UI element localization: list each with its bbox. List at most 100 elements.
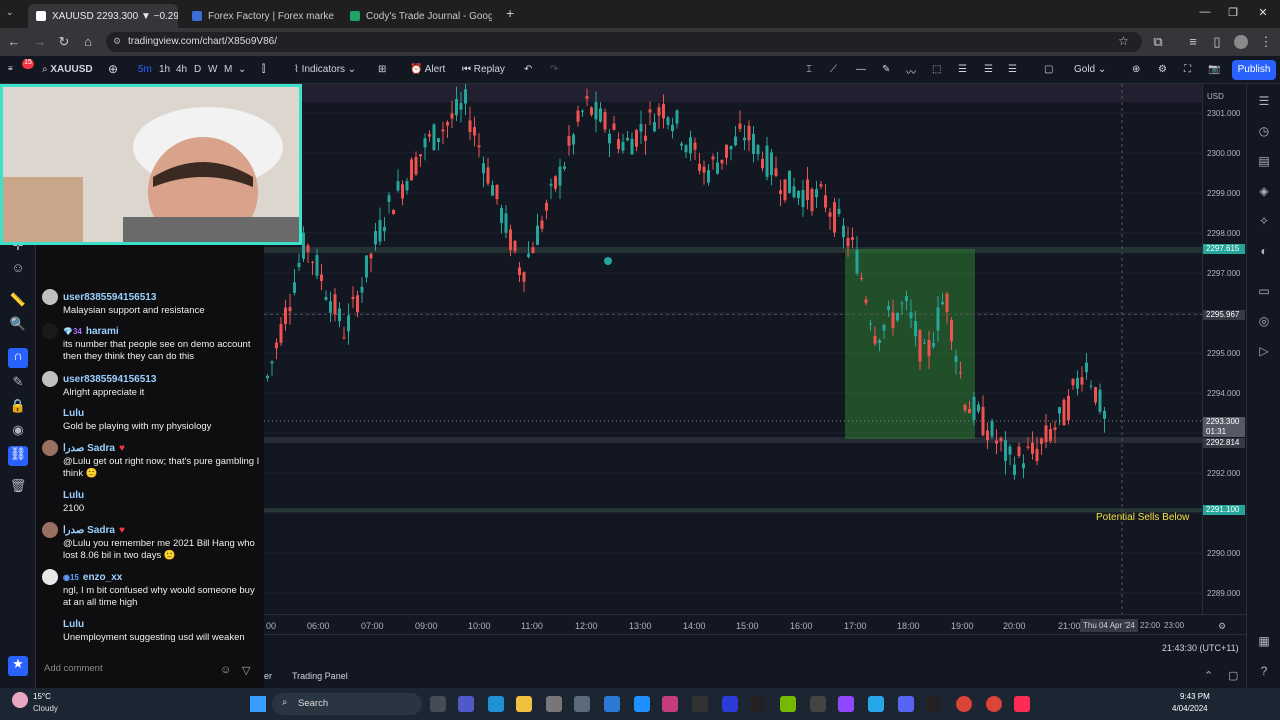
color-picker[interactable]: Gold ⌄ — [1074, 64, 1106, 75]
interval-1h[interactable]: 1h — [159, 64, 170, 75]
url-field[interactable]: ⚙ tradingview.com/chart/X85o9V86/ ☆ — [106, 32, 1142, 52]
layouts-icon[interactable]: ⊞ — [378, 64, 386, 75]
interval-5m[interactable]: 5m — [138, 64, 152, 75]
taskview-icon[interactable] — [430, 696, 446, 712]
layers-icon[interactable]: ◈ — [1256, 184, 1272, 200]
path-icon[interactable]: 〰 — [906, 64, 916, 79]
tab-search-icon[interactable]: ⌄ — [6, 7, 14, 18]
media-icon[interactable]: ≡ — [1185, 34, 1201, 49]
browser-tab-tradingview[interactable]: XAUUSD 2293.300 ▼ −0.29% G — [28, 4, 178, 28]
weather-icon[interactable] — [12, 692, 28, 708]
link-icon[interactable]: ⛓ — [8, 446, 28, 466]
nvidia-icon[interactable] — [780, 696, 796, 712]
pattern-icon[interactable]: ☰ — [1008, 64, 1017, 75]
teams-icon[interactable] — [458, 696, 474, 712]
indicators-button[interactable]: ⌇ Indicators ⌄ — [294, 64, 356, 75]
chat-username[interactable]: صدرا Sadra — [63, 443, 115, 454]
drawing-crosshair-icon[interactable]: ⌶ — [806, 64, 812, 75]
channel-icon[interactable]: ☰ — [984, 64, 993, 75]
candle-style-icon[interactable]: ⫿ — [262, 64, 265, 75]
zoom-icon[interactable]: ⊕ — [1132, 64, 1140, 75]
site-info-icon[interactable]: ⚙ — [113, 36, 121, 47]
emoji-tool-icon[interactable]: ☺ — [8, 260, 28, 280]
obs-icon[interactable] — [810, 696, 826, 712]
color-swatch-icon[interactable]: ▢ — [1044, 64, 1053, 75]
ideas-icon[interactable]: ✧ — [1256, 214, 1272, 230]
undo-icon[interactable]: ↶ — [524, 64, 532, 75]
minimize-icon[interactable]: — — [1190, 6, 1220, 18]
browser-tab-journal[interactable]: Cody's Trade Journal - Google — [342, 4, 492, 28]
time-axis-settings-icon[interactable]: ⚙ — [1218, 621, 1226, 632]
trash-icon[interactable]: 🗑 — [8, 478, 28, 498]
compare-symbol-icon[interactable]: ⊕ — [108, 62, 118, 76]
symbol-search[interactable]: ⌕ XAUUSD — [42, 64, 93, 75]
lock-icon[interactable]: 🔒 — [8, 398, 28, 418]
brush-icon[interactable]: ✎ — [882, 64, 890, 75]
collapse-up-icon[interactable]: ⌃ — [1204, 669, 1213, 682]
tiktok-icon[interactable] — [1014, 696, 1030, 712]
news-icon[interactable]: ▤ — [1256, 154, 1272, 170]
maximize-panel-icon[interactable]: ▢ — [1228, 669, 1238, 682]
time-axis[interactable]: 00 06:00 07:00 09:00 10:00 11:00 12:00 1… — [264, 614, 1246, 634]
price-chart[interactable]: Potential Sells Below — [264, 84, 1202, 614]
chat-username[interactable]: harami — [86, 326, 119, 337]
chat-username[interactable]: enzo_xx — [83, 572, 122, 583]
settings-app-icon[interactable] — [546, 696, 562, 712]
interval-4h[interactable]: 4h — [176, 64, 187, 75]
windows-start-icon[interactable] — [250, 696, 266, 712]
fullscreen-icon[interactable]: ⛶ — [1184, 64, 1191, 75]
eye-icon[interactable]: ◉ — [8, 422, 28, 442]
sidepanel-icon[interactable]: ▯ — [1209, 34, 1225, 50]
reload-icon[interactable]: ↻ — [56, 34, 72, 50]
camera-icon[interactable]: 📷 — [1208, 64, 1220, 75]
emoji-icon[interactable]: ☺ — [220, 664, 231, 676]
chrome-profile-icon[interactable] — [986, 696, 1002, 712]
discord-icon[interactable] — [898, 696, 914, 712]
tradingview-app-icon[interactable] — [926, 696, 942, 712]
close-window-icon[interactable]: ✕ — [1248, 6, 1278, 19]
price-axis[interactable]: USD 2301.000 2300.000 2299.000 2298.000 … — [1202, 84, 1246, 614]
profile-avatar[interactable] — [1234, 35, 1248, 49]
bottom-tab-partial[interactable]: er — [264, 671, 272, 681]
l-app-icon[interactable] — [722, 696, 738, 712]
chat-username[interactable]: user8385594156513 — [63, 374, 156, 385]
notion-icon[interactable] — [750, 696, 766, 712]
settings-icon[interactable]: ⚙ — [1158, 64, 1167, 75]
maximize-icon[interactable]: ❐ — [1218, 6, 1248, 19]
magnet-icon[interactable]: ∩ — [8, 348, 28, 368]
browser-tab-forexfactory[interactable]: Forex Factory | Forex markets f — [184, 4, 334, 28]
alert-button[interactable]: ⏰ Alert — [410, 64, 445, 75]
filter-icon[interactable]: ▽ — [242, 664, 250, 677]
taskbar-search[interactable]: ⌕ Search — [272, 693, 422, 715]
lock-drawing-icon[interactable]: ✎ — [8, 374, 28, 394]
zoom-in-icon[interactable]: 🔍 — [8, 316, 28, 336]
browser-menu-icon[interactable]: ⋮ — [1258, 34, 1274, 50]
calculator-icon[interactable] — [574, 696, 590, 712]
notepad-icon[interactable] — [634, 696, 650, 712]
redo-icon[interactable]: ↷ — [550, 64, 558, 75]
extensions-icon[interactable]: ⧉ — [1150, 34, 1166, 50]
chat-username[interactable]: Lulu — [63, 490, 84, 501]
chat-username[interactable]: Lulu — [63, 408, 84, 419]
publish-button[interactable]: Publish — [1232, 60, 1276, 80]
interval-dropdown-icon[interactable]: ⌄ — [238, 64, 246, 75]
chat-username[interactable]: Lulu — [63, 619, 84, 630]
chat-bubble-icon[interactable]: ▭ — [1256, 284, 1272, 300]
capcut-icon[interactable] — [692, 696, 708, 712]
forward-icon[interactable]: → — [32, 34, 48, 49]
back-icon[interactable]: ← — [6, 34, 22, 49]
home-icon[interactable]: ⌂ — [80, 34, 96, 49]
interval-w[interactable]: W — [208, 64, 217, 75]
calendar-icon[interactable]: ▦ — [1256, 634, 1272, 650]
trading-panel-tab[interactable]: Trading Panel — [292, 671, 348, 681]
alerts-clock-icon[interactable]: ◷ — [1256, 124, 1272, 140]
favorites-star-icon[interactable]: ★ — [8, 656, 28, 676]
snip-icon[interactable] — [604, 696, 620, 712]
horizontal-line-icon[interactable]: — — [856, 64, 866, 75]
bookmark-star-icon[interactable]: ☆ — [1118, 34, 1129, 48]
new-tab-icon[interactable]: + — [506, 5, 514, 21]
outlook-icon[interactable] — [488, 696, 504, 712]
bulb-icon[interactable]: ◐ — [1256, 244, 1272, 260]
ruler-icon[interactable]: 📏 — [8, 292, 28, 312]
replay-button[interactable]: ⏮ Replay — [462, 64, 505, 75]
